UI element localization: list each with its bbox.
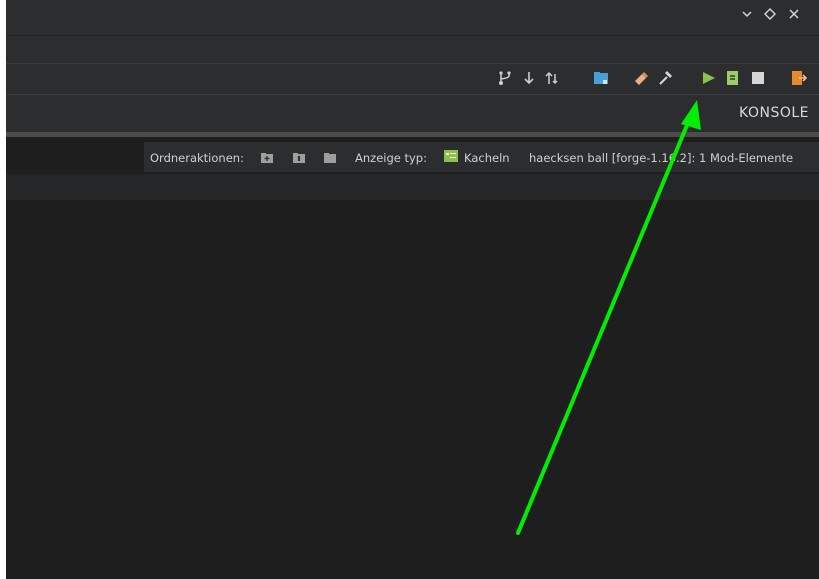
annotation-arrow [516,100,701,535]
